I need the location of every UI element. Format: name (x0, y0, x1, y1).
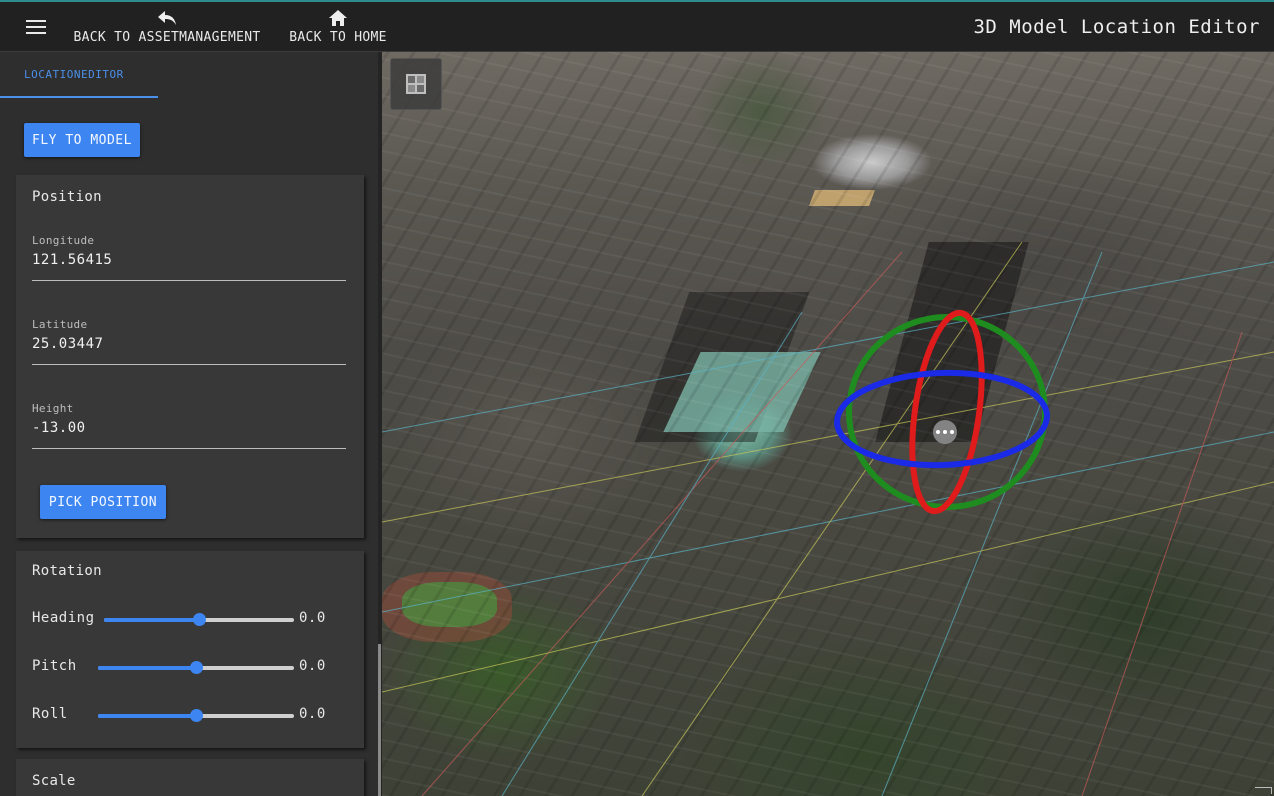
latitude-label: Latitude (32, 318, 88, 331)
rotation-title: Rotation (32, 563, 102, 579)
position-card: Position Longitude 121.56415 Latitude 25… (16, 175, 364, 538)
heading-label: Heading (32, 610, 95, 626)
pitch-slider-row: Pitch 0.0 (32, 655, 352, 679)
roll-slider-row: Roll 0.0 (32, 703, 352, 727)
scale-card: Scale (16, 759, 364, 796)
tab-locationeditor[interactable]: LOCATIONEDITOR (0, 52, 158, 98)
gizmo-y-ring[interactable] (846, 314, 1048, 510)
top-bar: BACK TO ASSETMANAGEMENT BACK TO HOME 3D … (0, 0, 1274, 52)
latitude-field[interactable]: Latitude 25.03447 (32, 318, 346, 365)
sidebar: LOCATIONEDITOR FLY TO MODEL Position Lon… (0, 52, 380, 796)
heading-slider-fill (104, 618, 199, 622)
rotation-gizmo[interactable] (832, 307, 1052, 527)
height-field[interactable]: Height -13.00 (32, 402, 346, 449)
layers-grid-icon (406, 74, 426, 94)
gizmo-x-ring[interactable] (901, 309, 992, 516)
pick-position-button[interactable]: PICK POSITION (40, 485, 166, 519)
sidebar-scrollbar-thumb[interactable] (378, 644, 381, 796)
pitch-slider-fill (98, 666, 196, 670)
road-lines-overlay (382, 241, 1274, 796)
pitch-slider-thumb[interactable] (189, 661, 203, 674)
longitude-label: Longitude (32, 234, 95, 247)
longitude-input[interactable]: 121.56415 (32, 252, 346, 272)
hamburger-menu-icon[interactable] (26, 19, 46, 35)
pitch-label: Pitch (32, 658, 77, 674)
rotation-card: Rotation Heading 0.0 Pitch 0.0 Roll 0.0 (16, 551, 364, 748)
height-underline (32, 448, 346, 449)
height-input[interactable]: -13.00 (32, 420, 346, 440)
roll-slider-fill (98, 714, 196, 718)
height-label: Height (32, 402, 74, 415)
latitude-underline (32, 364, 346, 365)
longitude-field[interactable]: Longitude 121.56415 (32, 234, 346, 281)
longitude-underline (32, 280, 346, 281)
layer-picker-button[interactable] (390, 58, 442, 110)
position-title: Position (32, 189, 102, 205)
page-title: 3D Model Location Editor (973, 16, 1260, 38)
pitch-value: 0.0 (299, 658, 326, 674)
fullscreen-corner-icon[interactable] (1255, 787, 1272, 794)
heading-slider-row: Heading 0.0 (32, 607, 352, 631)
heading-value: 0.0 (299, 610, 326, 626)
scale-title: Scale (32, 773, 76, 789)
tab-bar: LOCATIONEDITOR (0, 52, 380, 100)
latitude-input[interactable]: 25.03447 (32, 336, 346, 356)
reply-arrow-icon (157, 8, 177, 28)
home-icon (328, 8, 348, 28)
back-to-home-button[interactable]: BACK TO HOME (287, 8, 389, 50)
roll-slider-thumb[interactable] (189, 709, 203, 722)
back-to-assetmanagement-button[interactable]: BACK TO ASSETMANAGEMENT (70, 8, 264, 50)
back-to-assetmanagement-label: BACK TO ASSETMANAGEMENT (73, 30, 261, 45)
3d-map-viewer[interactable] (382, 52, 1274, 796)
back-to-home-label: BACK TO HOME (289, 30, 387, 45)
fly-to-model-button[interactable]: FLY TO MODEL (24, 123, 140, 157)
gizmo-z-ring[interactable] (834, 369, 1050, 469)
heading-slider-thumb[interactable] (192, 613, 206, 626)
roll-value: 0.0 (299, 706, 326, 722)
roll-label: Roll (32, 706, 68, 722)
